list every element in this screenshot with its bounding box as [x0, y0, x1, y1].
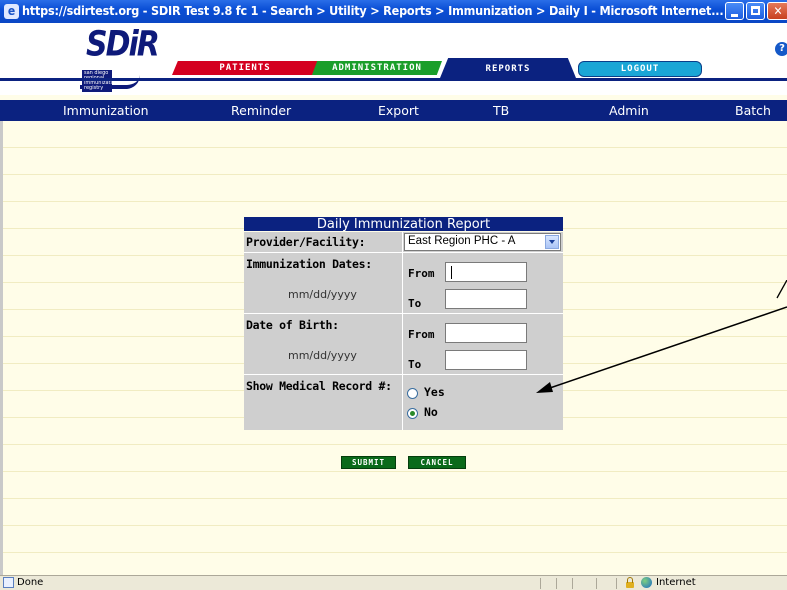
minimize-button[interactable] [725, 2, 744, 20]
nav-item-tb[interactable]: TB [493, 103, 509, 118]
nav-item-batch[interactable]: Batch [735, 103, 771, 118]
window-title-bar[interactable]: e https://sdirtest.org - SDIR Test 9.8 f… [0, 0, 787, 23]
internet-explorer-icon: e [4, 4, 19, 19]
provider-row: Provider/Facility: East Region PHC - A [244, 232, 563, 253]
provider-select[interactable]: East Region PHC - A [404, 233, 561, 251]
minimize-icon [726, 3, 743, 19]
submit-button[interactable]: SUBMIT [341, 456, 396, 469]
tab-reports[interactable]: REPORTS [440, 58, 576, 78]
date-of-birth-row: Date of Birth: mm/dd/yyyy From To [244, 314, 563, 375]
nav-item-reminder[interactable]: Reminder [231, 103, 291, 118]
nav-item-admin[interactable]: Admin [609, 103, 649, 118]
sub-navigation: Immunization Reminder Export TB Admin Ba… [0, 100, 787, 121]
status-separator [540, 578, 541, 589]
lock-icon [625, 577, 635, 588]
sdir-logo: SDiR san diego regional immunization reg… [80, 24, 160, 93]
nav-item-immunization[interactable]: Immunization [63, 103, 149, 118]
daily-immunization-report-form: Provider/Facility: East Region PHC - A I… [244, 232, 563, 430]
maximize-icon [747, 3, 764, 19]
dob-to-input[interactable] [445, 350, 527, 370]
immunization-dates-format: mm/dd/yyyy [288, 288, 357, 301]
provider-select-value: East Region PHC - A [408, 235, 516, 247]
close-icon: ✕ [773, 4, 783, 18]
header-divider [0, 78, 787, 81]
tab-administration[interactable]: ADMINISTRATION [312, 61, 442, 75]
dob-from-label: From [408, 328, 435, 341]
tab-patients[interactable]: PATIENTS [172, 61, 318, 75]
immunization-dates-row: Immunization Dates: mm/dd/yyyy From To [244, 253, 563, 314]
window-title: https://sdirtest.org - SDIR Test 9.8 fc … [22, 3, 724, 18]
logo-subtext: san diego regional immunization registry [82, 70, 112, 92]
immunization-from-input[interactable] [445, 262, 527, 282]
cancel-button[interactable]: CANCEL [408, 456, 466, 469]
immunization-dates-label: Immunization Dates: [246, 257, 372, 271]
column-divider [402, 314, 403, 374]
tab-reports-label: REPORTS [485, 64, 531, 74]
form-title: Daily Immunization Report [244, 217, 563, 231]
medical-record-label: Show Medical Record #: [246, 379, 392, 393]
date-of-birth-label: Date of Birth: [246, 318, 339, 332]
nav-item-export[interactable]: Export [378, 103, 419, 118]
immunization-from-label: From [408, 267, 435, 280]
chevron-down-icon[interactable] [545, 235, 559, 249]
immunization-to-input[interactable] [445, 289, 527, 309]
date-of-birth-format: mm/dd/yyyy [288, 349, 357, 362]
radio-yes[interactable] [407, 388, 418, 399]
status-separator [556, 578, 557, 589]
immunization-to-label: To [408, 297, 422, 310]
globe-icon [641, 577, 652, 588]
radio-yes-label[interactable]: Yes [424, 385, 445, 399]
medical-record-row: Show Medical Record #: Yes No [244, 375, 563, 430]
status-separator [572, 578, 573, 589]
left-frame-border [0, 121, 3, 575]
column-divider [402, 232, 403, 252]
tab-patients-label: PATIENTS [219, 63, 271, 73]
logout-button[interactable]: LOGOUT [578, 61, 702, 77]
security-zone: Internet [656, 577, 696, 588]
annotation-line-fragment [776, 280, 787, 299]
column-divider [402, 375, 403, 430]
logout-label: LOGOUT [620, 64, 660, 74]
radio-no[interactable] [407, 408, 418, 419]
tab-administration-label: ADMINISTRATION [332, 63, 422, 73]
column-divider [402, 253, 403, 313]
page-icon [3, 577, 14, 588]
status-separator [596, 578, 597, 589]
maximize-button[interactable] [746, 2, 765, 20]
dob-to-label: To [408, 358, 422, 371]
status-separator [616, 578, 617, 589]
annotation-arrow [536, 306, 787, 393]
status-bar: Done Internet [0, 575, 787, 590]
close-button[interactable]: ✕ [767, 2, 787, 20]
radio-no-label[interactable]: No [424, 405, 438, 419]
status-text: Done [17, 577, 44, 588]
dob-from-input[interactable] [445, 323, 527, 343]
help-icon[interactable]: ? [775, 42, 787, 56]
provider-label: Provider/Facility: [246, 235, 366, 249]
logo-text: SDiR [86, 24, 160, 65]
